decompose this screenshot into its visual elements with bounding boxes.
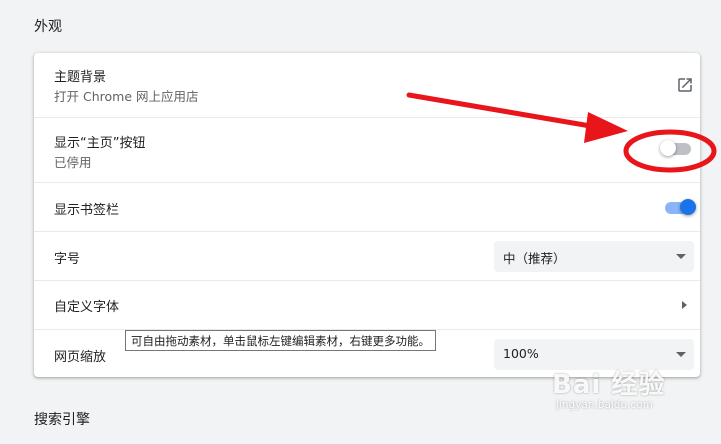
editor-tooltip: 可自由拖动素材，单击鼠标左键编辑素材，右键更多功能。 (125, 330, 436, 351)
page-zoom-label: 网页缩放 (54, 350, 107, 365)
watermark-logo: Bai 经验 (552, 370, 666, 400)
toggle-knob (660, 140, 676, 156)
dropdown-caret-icon (676, 254, 686, 259)
appearance-section-title: 外观 (34, 19, 62, 35)
home-button-toggle[interactable] (660, 138, 694, 158)
bookmarks-bar-toggle[interactable] (662, 197, 696, 217)
custom-fonts-label: 自定义字体 (54, 300, 120, 315)
dropdown-caret-icon (676, 352, 686, 357)
bookmarks-bar-row[interactable]: 显示书签栏 (34, 182, 700, 231)
theme-label: 主题背景 (54, 70, 107, 85)
custom-fonts-row[interactable]: 自定义字体 (34, 280, 700, 329)
page-zoom-value: 100% (503, 346, 539, 361)
chevron-right-icon (682, 301, 687, 309)
theme-row[interactable]: 主题背景 打开 Chrome 网上应用店 (34, 53, 700, 117)
home-button-row[interactable]: 显示“主页”按钮 已停用 (34, 117, 700, 182)
home-button-label: 显示“主页”按钮 (54, 136, 146, 151)
bookmarks-bar-label: 显示书签栏 (54, 203, 120, 218)
theme-sublabel: 打开 Chrome 网上应用店 (54, 89, 199, 104)
toggle-knob (680, 199, 696, 215)
font-size-label: 字号 (54, 252, 81, 267)
baidu-jingyan-watermark: Bai 经验 jingyan.baidu.com (552, 364, 666, 411)
font-size-value: 中（推荐） (503, 251, 566, 266)
font-size-select[interactable]: 中（推荐） (494, 241, 694, 272)
font-size-row: 字号 中（推荐） (34, 231, 700, 280)
appearance-settings-card: 主题背景 打开 Chrome 网上应用店 显示“主页”按钮 已停用 显示书签栏 … (34, 53, 700, 377)
home-button-status: 已停用 (54, 155, 92, 170)
open-in-new-icon[interactable] (676, 76, 694, 94)
watermark-url: jingyan.baidu.com (556, 399, 653, 411)
search-engine-section-title: 搜索引擎 (34, 412, 90, 428)
